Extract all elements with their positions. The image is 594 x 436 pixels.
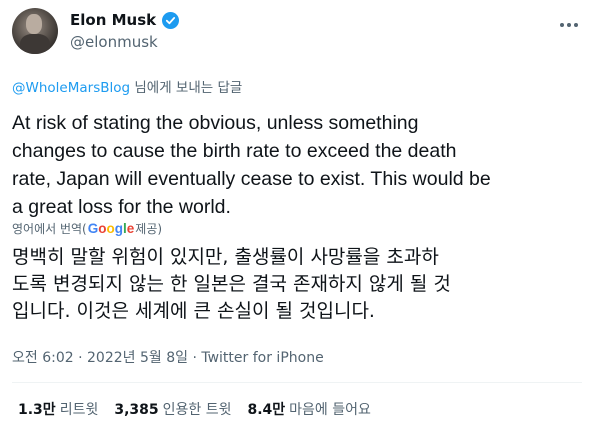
meta-separator: · (73, 350, 88, 366)
translated-text-line: 명백히 말할 위험이 있지만, 출생률이 사망률을 초과하 (12, 246, 439, 268)
reply-context: @WholeMarsBlog 님에게 보내는 답글 (12, 76, 242, 96)
verified-badge-icon (162, 11, 180, 29)
reply-to-handle-link[interactable]: @WholeMarsBlog (12, 80, 130, 96)
retweets-stat[interactable]: 1.3만 리트윗 (18, 399, 98, 419)
translation-attribution-suffix: 제공) (135, 222, 163, 236)
tweet-text-line: changes to cause the birth rate to excee… (12, 140, 457, 162)
tweet-date-link[interactable]: 2022년 5월 8일 (87, 350, 188, 366)
translation-attribution-prefix: 영어에서 번역( (12, 222, 87, 236)
author-handle[interactable]: @elonmusk (70, 33, 158, 51)
quote-tweets-stat[interactable]: 3,385 인용한 트윗 (114, 399, 231, 419)
tweet-source-link[interactable]: Twitter for iPhone (201, 350, 323, 366)
avatar-body (20, 34, 50, 54)
reply-to-suffix: 님에게 보내는 답글 (130, 80, 243, 96)
tweet-text-line: rate, Japan will eventually cease to exi… (12, 168, 491, 190)
divider (12, 382, 582, 383)
likes-stat[interactable]: 8.4만 마음에 들어요 (247, 399, 370, 419)
more-options-icon[interactable] (554, 10, 584, 40)
translation-attribution: 영어에서 번역(Google 제공) (12, 220, 162, 237)
avatar[interactable] (12, 8, 58, 54)
tweet-text-line: At risk of stating the obvious, unless s… (12, 112, 419, 134)
google-logo: Google (87, 221, 135, 236)
translated-text-line: 도록 변경되지 않는 한 일본은 결국 존재하지 않게 될 것 (12, 273, 451, 295)
author-name[interactable]: Elon Musk (70, 11, 156, 29)
tweet-text-line: a great loss for the world. (12, 196, 231, 218)
translated-text-line: 입니다. 이것은 세계에 큰 손실이 될 것입니다. (12, 300, 375, 322)
author-name-row: Elon Musk (70, 11, 180, 29)
tweet-metadata: 오전 6:02 · 2022년 5월 8일 · Twitter for iPho… (12, 347, 324, 367)
tweet-time-link[interactable]: 오전 6:02 (12, 350, 74, 366)
meta-separator: · (188, 350, 202, 366)
engagement-stats: 1.3만 리트윗 3,385 인용한 트윗 8.4만 마음에 들어요 (18, 399, 371, 419)
avatar-face (26, 14, 42, 34)
translated-text: 명백히 말할 위험이 있지만, 출생률이 사망률을 초과하 도록 변경되지 않는… (12, 244, 586, 325)
tweet-text: At risk of stating the obvious, unless s… (12, 109, 586, 221)
